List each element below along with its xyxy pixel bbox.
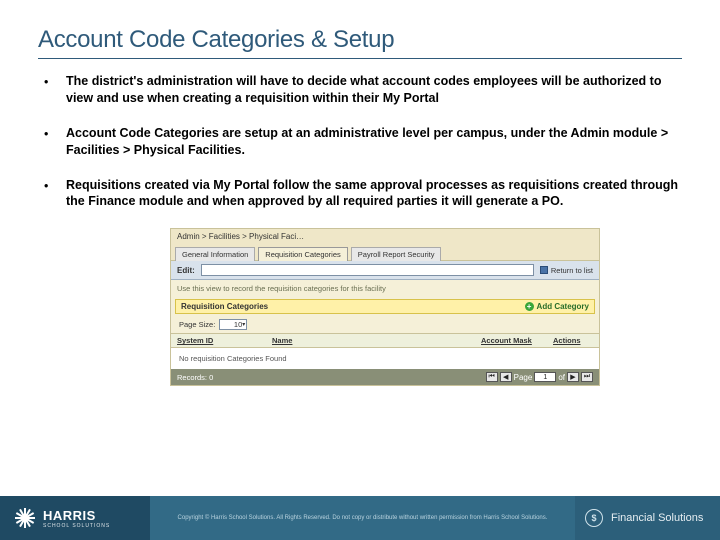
footer-product-label: Financial Solutions — [611, 512, 703, 524]
bullet-list: • The district's administration will hav… — [0, 73, 720, 228]
tab-general-information[interactable]: General Information — [175, 247, 255, 261]
col-actions: Actions — [553, 336, 593, 345]
return-icon — [540, 266, 548, 274]
footer-brand-sub: SCHOOL SOLUTIONS — [43, 523, 110, 529]
tab-pane: Edit: Return to list Use this view to re… — [170, 261, 600, 386]
pager-first-button[interactable]: ⏮ — [486, 372, 498, 382]
edit-input[interactable] — [201, 264, 534, 276]
table-empty-row: No requisition Categories Found — [171, 348, 599, 369]
page-size-select[interactable]: 10 — [219, 319, 247, 330]
edit-label: Edit: — [177, 266, 195, 275]
page-size-label: Page Size: — [179, 320, 215, 329]
table-header: System ID Name Account Mask Actions — [171, 333, 599, 348]
category-header-label: Requisition Categories — [181, 302, 268, 311]
dollar-coin-icon: $ — [585, 509, 603, 527]
slide-footer: HARRIS SCHOOL SOLUTIONS Copyright © Harr… — [0, 496, 720, 540]
return-to-list-link[interactable]: Return to list — [540, 266, 593, 275]
pager-prev-button[interactable]: ◀ — [500, 372, 512, 382]
footer-copyright: Copyright © Harris School Solutions. All… — [150, 496, 575, 540]
col-system-id[interactable]: System ID — [177, 336, 272, 345]
plus-icon: + — [525, 302, 534, 311]
pager-last-button[interactable]: ⏭ — [581, 372, 593, 382]
bullet-item: • Requisitions created via My Portal fol… — [44, 177, 686, 211]
records-count: Records: 0 — [177, 373, 482, 382]
bullet-text: The district's administration will have … — [66, 73, 686, 107]
page-size-row: Page Size: 10 — [171, 316, 599, 333]
tab-requisition-categories[interactable]: Requisition Categories — [258, 247, 347, 261]
footer-product-block: $ Financial Solutions — [575, 496, 720, 540]
bullet-dot: • — [44, 177, 66, 195]
tab-bar: General Information Requisition Categori… — [170, 244, 600, 261]
bullet-dot: • — [44, 73, 66, 91]
tab-payroll-report-security[interactable]: Payroll Report Security — [351, 247, 442, 261]
pager-page-select[interactable]: 1 — [534, 372, 556, 382]
add-category-button[interactable]: + Add Category — [525, 302, 589, 311]
slide-root: Account Code Categories & Setup • The di… — [0, 0, 720, 540]
harris-burst-icon — [14, 507, 36, 529]
footer-logo-text-wrap: HARRIS SCHOOL SOLUTIONS — [43, 508, 110, 529]
pager-next-button[interactable]: ▶ — [567, 372, 579, 382]
breadcrumb: Admin > Facilities > Physical Faci… — [170, 228, 600, 244]
pager-page-label: Page — [514, 373, 533, 382]
category-header-bar: Requisition Categories + Add Category — [175, 299, 595, 314]
footer-brand: HARRIS — [43, 508, 110, 523]
bullet-text: Requisitions created via My Portal follo… — [66, 177, 686, 211]
bullet-item: • The district's administration will hav… — [44, 73, 686, 107]
app-panel: Admin > Facilities > Physical Faci… Gene… — [170, 228, 600, 386]
add-category-label: Add Category — [537, 302, 589, 311]
col-name[interactable]: Name — [272, 336, 481, 345]
return-label: Return to list — [551, 266, 593, 275]
table-footer: Records: 0 ⏮ ◀ Page 1 of ▶ ⏭ — [171, 369, 599, 385]
pager-of-label: of — [558, 373, 565, 382]
bullet-item: • Account Code Categories are setup at a… — [44, 125, 686, 159]
slide-title: Account Code Categories & Setup — [0, 0, 720, 58]
bullet-text: Account Code Categories are setup at an … — [66, 125, 686, 159]
edit-bar: Edit: Return to list — [171, 261, 599, 280]
bullet-dot: • — [44, 125, 66, 143]
col-account-mask[interactable]: Account Mask — [481, 336, 553, 345]
hint-text: Use this view to record the requisition … — [171, 280, 599, 297]
footer-logo-block: HARRIS SCHOOL SOLUTIONS — [0, 496, 150, 540]
embedded-screenshot: Admin > Facilities > Physical Faci… Gene… — [0, 228, 720, 386]
title-rule — [38, 58, 682, 59]
pager: ⏮ ◀ Page 1 of ▶ ⏭ — [486, 372, 593, 382]
